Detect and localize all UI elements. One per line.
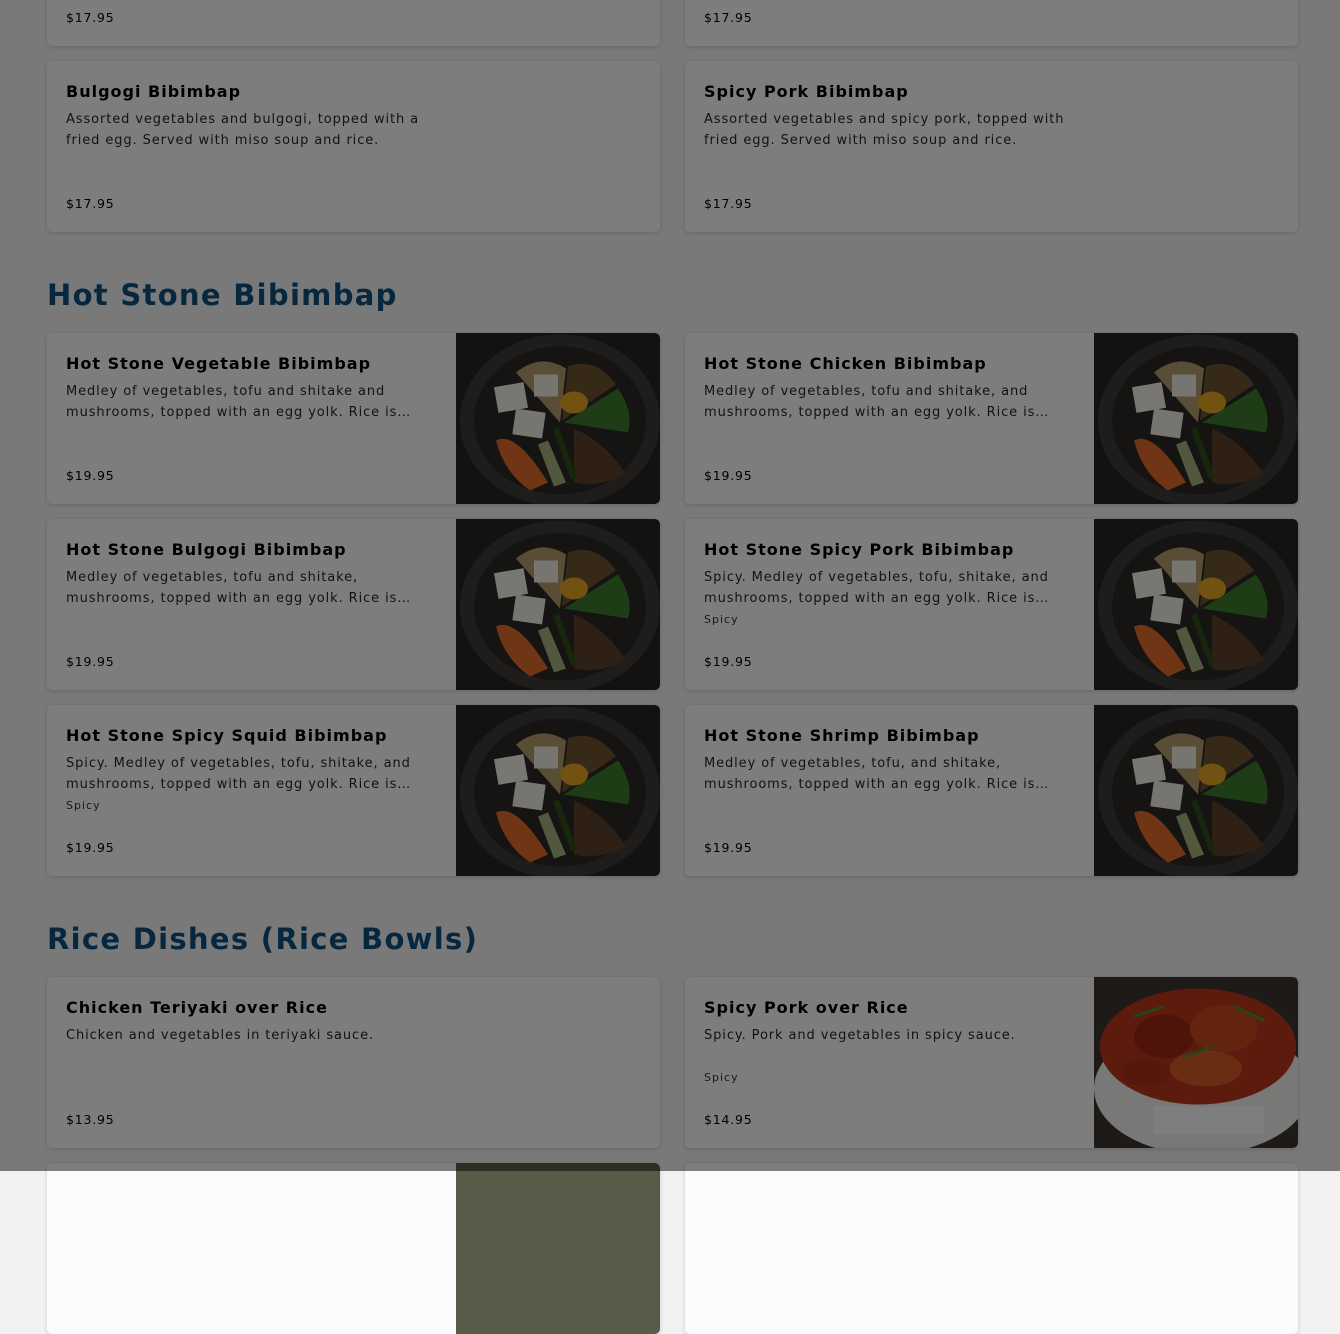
bibimbap-photo [1094, 705, 1298, 876]
menu-item-description: Assorted vegetables and bulgogi, topped … [66, 112, 420, 148]
menu-item-description: Spicy. Medley of vegetables, tofu, shita… [704, 570, 1049, 606]
menu-item-description: Medley of vegetables, tofu and shitake, … [704, 384, 1036, 420]
menu-item-description: Spicy. Pork and vegetables in spicy sauc… [704, 1028, 1016, 1043]
menu-item-name: Hot Stone Vegetable Bibimbap [66, 354, 372, 373]
menu-item-description: Medley of vegetables, tofu and shitake a… [66, 384, 398, 420]
menu-item-price: $19.95 [66, 653, 115, 669]
menu-item-name: Hot Stone Bulgogi Bibimbap [66, 540, 347, 559]
menu-item-name: Spicy Pork over Rice [704, 998, 909, 1017]
menu-item-description: Assorted vegetables and spicy pork, topp… [704, 112, 1065, 148]
bibimbap-photo [1094, 519, 1298, 690]
menu-item-card[interactable]: $17.95 [685, 0, 1298, 46]
menu-item-price: $19.95 [704, 467, 753, 483]
menu-item-price: $17.95 [704, 9, 753, 25]
menu-item-price: $19.95 [66, 467, 115, 483]
bibimbap-photo [456, 333, 660, 504]
menu-item-price: $19.95 [704, 653, 753, 669]
bibimbap-photo [456, 705, 660, 876]
menu-item-description: Medley of vegetables, tofu and shitake, … [66, 570, 398, 606]
spicy-tag: Spicy [66, 799, 101, 812]
spicy-tag: Spicy [704, 613, 739, 626]
menu-item-price: $14.95 [704, 1111, 753, 1127]
menu-item-price: $13.95 [66, 1111, 115, 1127]
menu-item-card[interactable]: Hot Stone Vegetable Bibimbap Medley of v… [47, 333, 660, 504]
menu-item-card[interactable]: Hot Stone Chicken Bibimbap Medley of veg… [685, 333, 1298, 504]
bibimbap-photo [1094, 333, 1298, 504]
menu-item-card[interactable]: Hot Stone Spicy Pork Bibimbap Spicy. Med… [685, 519, 1298, 690]
spicy-pork-rice-photo [1094, 977, 1298, 1148]
dish-photo [456, 1163, 660, 1334]
menu-item-price: $19.95 [66, 839, 115, 855]
menu-item-name: Hot Stone Spicy Pork Bibimbap [704, 540, 1015, 559]
menu-item-card[interactable]: $17.95 [47, 0, 660, 46]
menu-item-card[interactable] [685, 1163, 1298, 1334]
menu-item-card[interactable] [47, 1163, 660, 1334]
section-title-hot-stone-bibimbap: Hot Stone Bibimbap [47, 278, 398, 312]
menu-item-description: Spicy. Medley of vegetables, tofu, shita… [66, 756, 411, 792]
menu-item-name: Hot Stone Shrimp Bibimbap [704, 726, 980, 745]
menu-item-price: $17.95 [66, 9, 115, 25]
spicy-tag: Spicy [704, 1071, 739, 1084]
menu-item-card[interactable]: Bulgogi Bibimbap Assorted vegetables and… [47, 61, 660, 232]
menu-item-description: Chicken and vegetables in teriyaki sauce… [66, 1028, 374, 1043]
menu-item-name: Chicken Teriyaki over Rice [66, 998, 328, 1017]
menu-item-price: $17.95 [704, 195, 753, 211]
menu-item-name: Hot Stone Chicken Bibimbap [704, 354, 987, 373]
menu-page: $17.95 $17.95 Bulgogi Bibimbap Assorted … [0, 0, 1340, 1334]
menu-item-name: Spicy Pork Bibimbap [704, 82, 909, 101]
menu-item-description: Medley of vegetables, tofu, and shitake,… [704, 756, 1036, 792]
menu-item-card[interactable]: Chicken Teriyaki over Rice Chicken and v… [47, 977, 660, 1148]
menu-item-price: $17.95 [66, 195, 115, 211]
menu-item-card[interactable]: Spicy Pork over Rice Spicy. Pork and veg… [685, 977, 1298, 1148]
menu-item-card[interactable]: Hot Stone Bulgogi Bibimbap Medley of veg… [47, 519, 660, 690]
menu-item-price: $19.95 [704, 839, 753, 855]
menu-item-name: Bulgogi Bibimbap [66, 82, 242, 101]
menu-item-name: Hot Stone Spicy Squid Bibimbap [66, 726, 388, 745]
section-title-rice-dishes: Rice Dishes (Rice Bowls) [47, 922, 479, 956]
menu-item-card[interactable]: Spicy Pork Bibimbap Assorted vegetables … [685, 61, 1298, 232]
menu-item-card[interactable]: Hot Stone Shrimp Bibimbap Medley of vege… [685, 705, 1298, 876]
menu-item-card[interactable]: Hot Stone Spicy Squid Bibimbap Spicy. Me… [47, 705, 660, 876]
bibimbap-photo [456, 519, 660, 690]
